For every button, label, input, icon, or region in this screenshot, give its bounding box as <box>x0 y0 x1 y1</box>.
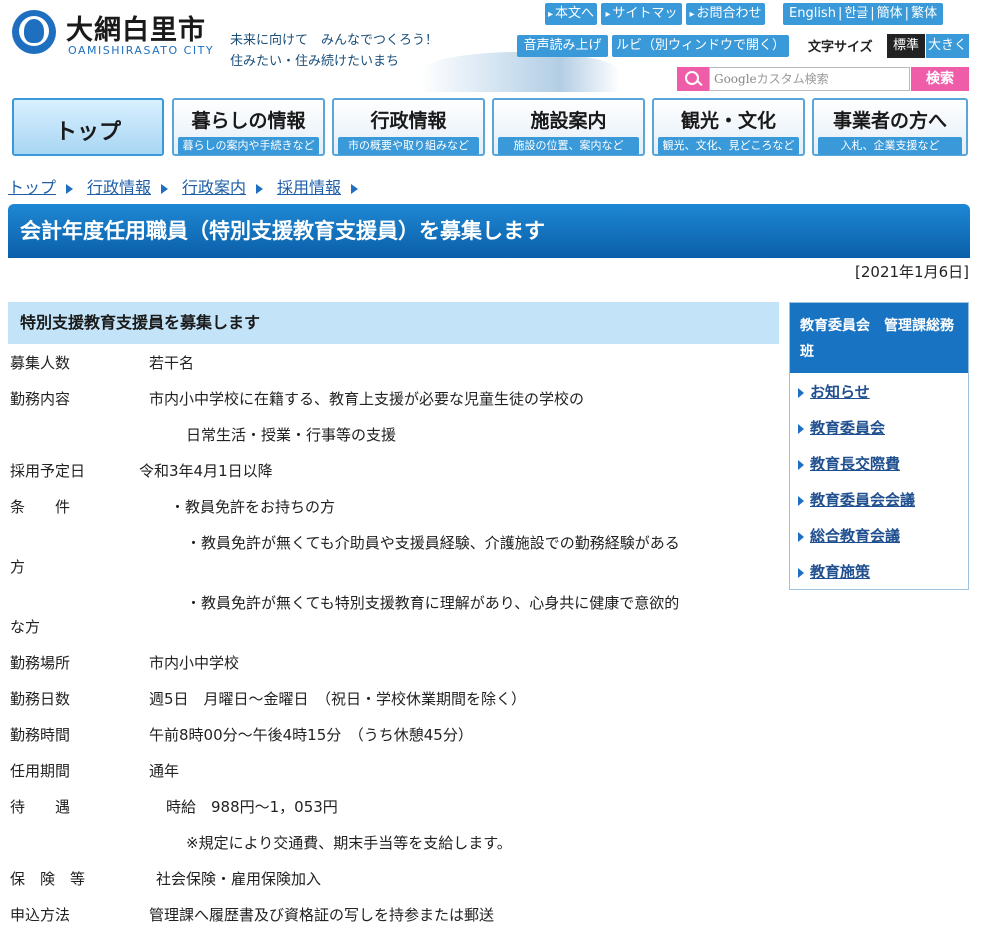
nav-facilities-label: 施設案内 <box>530 110 607 132</box>
nav-top[interactable]: トップ <box>12 98 164 156</box>
contact-link[interactable]: ▸ お問合わせ <box>686 3 765 25</box>
sidebar-item-news[interactable]: お知らせ <box>798 381 870 402</box>
lang-korean[interactable]: 한글 <box>842 6 870 21</box>
nav-top-label: トップ <box>54 120 121 145</box>
slogan: 未来に向けて みんなでつくろう！ 住みたい・住み続けたいまち <box>230 30 438 72</box>
voice-readout-button[interactable]: 音声読み上げ <box>517 35 608 57</box>
page-title: 会計年度任用職員（特別支援教育支援員）を募集します <box>8 204 970 258</box>
triangle-right-icon <box>798 495 804 506</box>
sidebar-title[interactable]: 教育委員会 管理課総務班 <box>790 303 968 373</box>
nav-living[interactable]: 暮らしの情報 暮らしの案内や手続きなど <box>172 98 325 156</box>
sidebar-item-general-meeting[interactable]: 総合教育会議 <box>798 525 900 546</box>
sidebar-item-policies[interactable]: 教育施策 <box>798 561 870 582</box>
font-size-label: 文字サイズ <box>808 40 873 55</box>
nav-living-sub: 暮らしの案内や手続きなど <box>178 137 319 155</box>
font-size-large-button[interactable]: 大きく <box>926 34 969 58</box>
sitemap-link[interactable]: ▸サイトマップ <box>601 3 682 44</box>
ruby-button[interactable]: ルビ（別ウィンドウで開く） <box>612 35 789 57</box>
font-size-standard-button[interactable]: 標準 <box>887 34 925 58</box>
triangle-right-icon <box>798 459 804 470</box>
breadcrumb-arrow-icon <box>351 183 359 194</box>
search-input[interactable]: Googleカスタム検索 <box>709 67 910 91</box>
nav-facilities[interactable]: 施設案内 施設の位置、案内など <box>492 98 645 156</box>
breadcrumb-guide[interactable]: 行政案内 <box>182 178 246 197</box>
breadcrumb-recruitment[interactable]: 採用情報 <box>277 178 341 197</box>
breadcrumb-arrow-icon <box>161 183 169 194</box>
lang-simplified[interactable]: 簡体 <box>875 6 905 21</box>
lang-english[interactable]: English <box>787 6 838 21</box>
sidebar-item-expenses[interactable]: 教育長交際費 <box>798 453 900 474</box>
slogan-line-2: 住みたい・住み続けたいまち <box>230 54 400 69</box>
lang-traditional[interactable]: 繁体 <box>909 6 939 21</box>
nav-administration-sub: 市の概要や取り組みなど <box>338 137 479 155</box>
sidebar-item-meetings[interactable]: 教育委員会会議 <box>798 489 915 510</box>
sidebar-item-board[interactable]: 教育委員会 <box>798 417 885 438</box>
nav-business[interactable]: 事業者の方へ 入札、企業支援など <box>812 98 968 156</box>
triangle-right-icon <box>798 387 804 398</box>
nav-administration[interactable]: 行政情報 市の概要や取り組みなど <box>332 98 485 156</box>
publish-date: [2021年1月6日] <box>855 263 969 281</box>
search-button[interactable]: 検索 <box>911 67 969 91</box>
triangle-right-icon <box>798 567 804 578</box>
nav-facilities-sub: 施設の位置、案内など <box>498 137 639 155</box>
breadcrumb-administration[interactable]: 行政情報 <box>87 178 151 197</box>
nav-tourism-sub: 観光、文化、見どころなど <box>658 137 799 155</box>
skip-to-content-link[interactable]: ▸ 本文へ <box>545 3 597 25</box>
nav-tourism[interactable]: 観光・文化 観光、文化、見どころなど <box>652 98 805 156</box>
search-placeholder: カスタム検索 <box>756 72 829 86</box>
slogan-line-1: 未来に向けて みんなでつくろう！ <box>230 33 439 48</box>
breadcrumb: トップ 行政情報 行政案内 採用情報 <box>8 174 372 198</box>
breadcrumb-arrow-icon <box>66 183 74 194</box>
breadcrumb-arrow-icon <box>256 183 264 194</box>
global-nav: トップ 暮らしの情報 暮らしの案内や手続きなど 行政情報 市の概要や取り組みなど… <box>12 98 970 158</box>
nav-tourism-label: 観光・文化 <box>680 110 776 132</box>
triangle-right-icon <box>798 531 804 542</box>
nav-living-label: 暮らしの情報 <box>191 110 306 132</box>
search-icon <box>677 67 709 91</box>
breadcrumb-top[interactable]: トップ <box>8 178 56 197</box>
nav-business-label: 事業者の方へ <box>832 110 947 132</box>
site-header: 大網白里市 OAMISHIRASATO CITY 未来に向けて みんなでつくろう… <box>0 0 982 96</box>
site-name-en: OAMISHIRASATO CITY <box>68 44 215 57</box>
header-wave-decoration <box>420 52 620 92</box>
section-title: 特別支援教育支援員を募集します <box>8 302 779 344</box>
nav-business-sub: 入札、企業支援など <box>818 137 962 155</box>
city-logo-icon[interactable] <box>12 10 56 54</box>
triangle-right-icon <box>798 423 804 434</box>
site-name[interactable]: 大網白里市 <box>66 8 206 47</box>
nav-administration-label: 行政情報 <box>370 110 447 132</box>
language-links: English | 한글 | 簡体 | 繁体 <box>783 3 944 25</box>
google-mark: Google <box>714 72 757 86</box>
sidebar: 教育委員会 管理課総務班 お知らせ 教育委員会 教育長交際費 教育委員会会議 総… <box>789 302 969 590</box>
